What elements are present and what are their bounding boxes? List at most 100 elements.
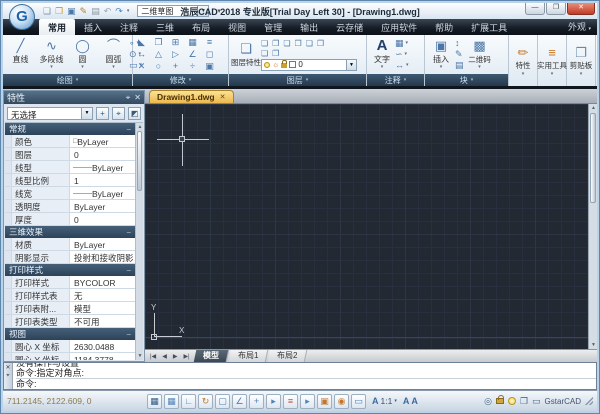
grid-toggle-button[interactable]: ▦ — [164, 394, 179, 409]
selection-filter-select[interactable]: 无选择 ▼ — [7, 107, 93, 120]
modify-tool-button[interactable]: ✕ — [135, 61, 148, 72]
ribbon-tab[interactable]: 插入 — [75, 19, 111, 35]
annotation-visibility-button[interactable]: A — [411, 396, 418, 406]
vertical-scrollbar[interactable]: ▲ ▼ — [588, 104, 597, 349]
ribbon-tab[interactable]: 应用软件 — [372, 19, 426, 35]
clean-screen-button[interactable]: ▭ — [532, 395, 541, 407]
undo-icon[interactable]: ↶ — [104, 6, 112, 16]
group-label-draw[interactable]: 绘图▾ — [3, 74, 132, 86]
layer-tool-button[interactable]: ❏ — [283, 39, 290, 48]
first-tab-button[interactable]: |◀ — [147, 353, 159, 360]
scrollbar-thumb[interactable] — [137, 131, 142, 191]
section-header-3d-effects[interactable]: 三维效果− — [5, 226, 135, 238]
lineweight-toggle-button[interactable]: ≡ — [283, 394, 298, 409]
qr-code-button[interactable]: ▩ 二维码 ▾ — [464, 38, 496, 71]
maximize-button[interactable]: ❐ — [546, 3, 566, 15]
last-tab-button[interactable]: ▶| — [180, 353, 192, 360]
3d-osnap-toggle-button[interactable]: ▣ — [317, 394, 332, 409]
prev-tab-button[interactable]: ◀ — [159, 353, 170, 360]
layout-tab[interactable]: 模型 — [193, 350, 229, 362]
resize-grip[interactable] — [585, 397, 593, 405]
modify-tool-button[interactable]: ↔ — [135, 49, 148, 60]
ribbon-tab[interactable]: 常用 — [39, 19, 75, 35]
modify-tool-button[interactable]: ▦ — [186, 37, 199, 48]
ribbon-tab[interactable]: 三维 — [147, 19, 183, 35]
quick-properties-toggle-button[interactable]: ▸ — [300, 394, 315, 409]
dynamic-input-toggle-button[interactable]: + — [249, 394, 264, 409]
collapse-icon[interactable]: − — [126, 266, 131, 275]
collapse-icon[interactable]: − — [126, 228, 131, 237]
modify-tool-button[interactable]: ○ — [152, 61, 165, 72]
layer-tool-button[interactable]: ❏ — [261, 39, 268, 48]
undo-dropdown-icon[interactable]: ▾ — [127, 8, 130, 14]
block-small-button[interactable]: ▤ — [455, 61, 464, 70]
open-file-icon[interactable]: ❐ — [55, 6, 63, 16]
property-row[interactable]: 线宽 ———ByLayer — [5, 187, 135, 200]
scroll-down-icon[interactable]: ▼ — [136, 352, 143, 360]
osnap-toggle-button[interactable]: ▢ — [215, 394, 230, 409]
layer-tool-button[interactable]: ❏ — [306, 39, 313, 48]
section-header-general[interactable]: 常规− — [5, 123, 135, 135]
workspace-switch-button[interactable]: ❐ — [520, 395, 528, 407]
command-history[interactable]: 没有操作与设置命令:指定对角点:命令: — [13, 363, 596, 389]
property-row[interactable]: 透明度 ByLayer — [5, 200, 135, 213]
toggle-pickadd-button[interactable]: + — [96, 107, 109, 120]
properties-scrollbar[interactable]: ▲ ▼ — [135, 123, 143, 360]
ribbon-tab[interactable]: 注释 — [111, 19, 147, 35]
layer-tool-button[interactable]: ❐ — [317, 39, 324, 48]
print-icon[interactable]: ▤ — [91, 6, 100, 16]
property-row[interactable]: 材质 ByLayer — [5, 238, 135, 251]
section-header-view[interactable]: 视图− — [5, 328, 135, 340]
draw-tool-button[interactable]: ⌒ 圆弧 ▾ — [98, 38, 129, 71]
pin-icon[interactable]: ⌖ — [6, 373, 9, 379]
block-small-button[interactable]: ↕ — [455, 39, 464, 48]
quick-select-button[interactable]: ◩ — [128, 107, 141, 120]
section-header-plot-style[interactable]: 打印样式− — [5, 264, 135, 276]
annotate-small-button[interactable]: ▦▾ — [395, 39, 409, 48]
minimize-button[interactable]: — — [525, 3, 545, 15]
scroll-up-icon[interactable]: ▲ — [589, 105, 597, 111]
property-row[interactable]: 线型比例 1 — [5, 174, 135, 187]
ribbon-tab[interactable]: 扩展工具 — [462, 19, 516, 35]
document-tab[interactable]: Drawing1.dwg ✕ — [149, 90, 234, 103]
property-row[interactable]: 圆心 X 坐标 2630.0488 — [5, 340, 135, 353]
property-row[interactable]: 颜色 □ByLayer — [5, 135, 135, 148]
annotate-small-button[interactable]: ∽▾ — [395, 50, 409, 59]
select-objects-button[interactable]: ⌖ — [112, 107, 125, 120]
modify-tool-button[interactable]: △ — [152, 49, 165, 60]
collapse-icon[interactable]: − — [126, 125, 131, 134]
layer-tool-button[interactable]: ❐ — [272, 39, 279, 48]
workspace-select[interactable]: 二维草图 ▼ — [137, 5, 209, 17]
property-row[interactable]: 线型 ———ByLayer — [5, 161, 135, 174]
snap-toggle-button[interactable]: ▦ — [147, 394, 162, 409]
close-icon[interactable]: ✕ — [134, 93, 141, 102]
utilities-solo-button[interactable]: ≡ 实用工具 ▾ — [538, 35, 567, 86]
ribbon-tab[interactable]: 帮助 — [426, 19, 462, 35]
clipboard-solo-button[interactable]: ❐ 剪贴板 ▾ — [567, 35, 596, 86]
group-label-layer[interactable]: 图层▾ — [229, 74, 366, 86]
layer-tool-button[interactable]: ❐ — [295, 39, 302, 48]
property-row[interactable]: 打印表附... 模型 — [5, 302, 135, 315]
property-row[interactable]: 图层 0 — [5, 148, 135, 161]
modify-tool-button[interactable]: ⊞ — [169, 37, 182, 48]
scrollbar-thumb[interactable] — [590, 113, 596, 203]
save-icon[interactable]: ▣ — [67, 6, 76, 16]
snap-cursor-toggle-button[interactable]: ▸ — [266, 394, 281, 409]
property-row[interactable]: 圆心 Y 坐标 1184.3778 — [5, 353, 135, 360]
modify-tool-button[interactable]: ≡ — [203, 37, 216, 48]
layer-select[interactable]: ☼ 0 ▼ — [261, 59, 357, 71]
workspace-dropdown-icon[interactable]: ▼ — [197, 6, 208, 16]
scroll-up-icon[interactable]: ▲ — [136, 123, 143, 131]
insert-block-button[interactable]: ▣ 插入 ▾ — [427, 38, 455, 71]
ribbon-tab[interactable]: 输出 — [291, 19, 327, 35]
modify-tool-button[interactable]: ▣ — [203, 61, 216, 72]
property-row[interactable]: 打印样式 BYCOLOR — [5, 276, 135, 289]
draw-tool-button[interactable]: ╱ 直线 — [5, 38, 36, 71]
ribbon-tab[interactable]: 云存储 — [327, 19, 372, 35]
property-row[interactable]: 厚度 0 — [5, 213, 135, 226]
annotation-visibility-button[interactable]: A — [403, 396, 410, 406]
redo-icon[interactable]: ↷ — [115, 6, 123, 16]
drawing-canvas[interactable]: Y X ▲ ▼ — [145, 104, 597, 349]
chevron-down-icon[interactable]: ▼ — [81, 108, 92, 119]
app-logo-icon[interactable]: G — [9, 4, 35, 30]
